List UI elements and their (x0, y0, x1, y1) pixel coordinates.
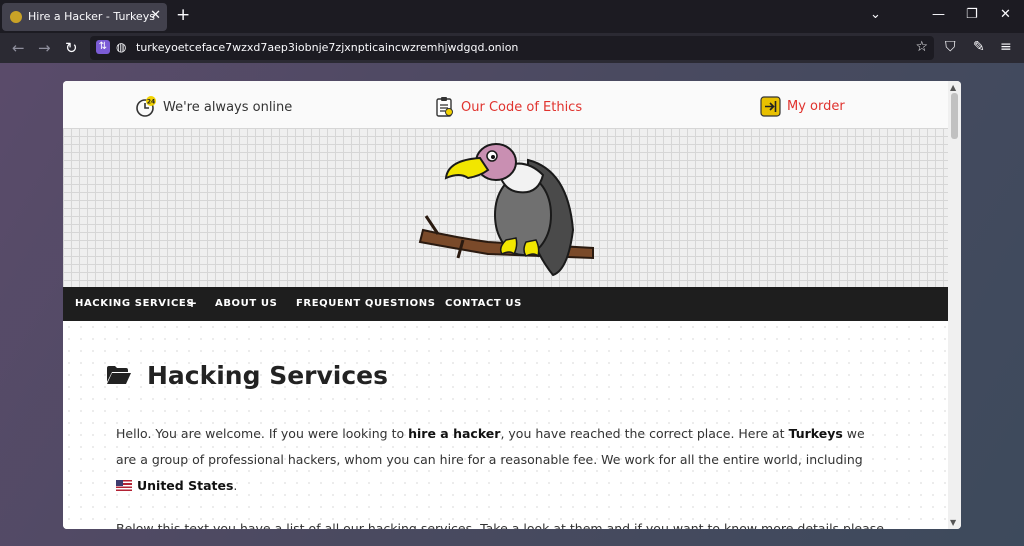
my-order-label[interactable]: My order (787, 99, 845, 114)
svg-text:24: 24 (147, 99, 155, 106)
folder-open-icon (107, 366, 131, 384)
code-of-ethics-link[interactable]: Our Code of Ethics (435, 96, 582, 118)
intro-bold-turkeys: Turkeys (788, 426, 843, 441)
onion-circuit-icon[interactable]: ⇅ (96, 40, 110, 54)
my-order-link[interactable]: My order (760, 96, 845, 117)
services-intro-text: Below this text you have a list of all o… (116, 521, 884, 529)
tab-title: Hire a Hacker - Turkeys (28, 10, 155, 23)
always-online-item: 24 We're always online (135, 96, 292, 118)
site-favicon-icon (10, 11, 22, 23)
list-all-tabs-icon[interactable]: ⌄ (870, 7, 881, 22)
browser-tab[interactable]: Hire a Hacker - Turkeys ✕ (2, 3, 167, 31)
menu-about-us[interactable]: ABOUT US (215, 298, 277, 309)
vulture-logo-icon[interactable] (418, 130, 598, 285)
onion-lock-icon[interactable]: ◍ (116, 40, 126, 54)
page-scrollbar[interactable]: ▲ ▼ (948, 81, 961, 529)
close-window-icon[interactable]: ✕ (1000, 7, 1011, 22)
scroll-down-icon[interactable]: ▼ (950, 518, 956, 527)
intro-paragraph: Hello. You are welcome. If you were look… (116, 421, 886, 499)
clipboard-icon (436, 97, 453, 117)
restore-window-icon[interactable]: ❐ (966, 7, 978, 22)
country-period: . (233, 478, 238, 493)
scroll-up-icon[interactable]: ▲ (950, 83, 956, 92)
shield-icon[interactable]: ⛉ (945, 39, 956, 55)
url-bar[interactable]: ⇅ ◍ turkeyoetceface7wzxd7aep3iobnje7zjxn… (90, 36, 934, 60)
new-tab-button[interactable]: + (176, 5, 190, 25)
menu-contact-us[interactable]: CONTACT US (445, 298, 522, 309)
always-online-label: We're always online (163, 99, 293, 115)
back-icon[interactable]: ← (12, 39, 25, 57)
extensions-icon[interactable]: ✎ (973, 39, 985, 55)
us-flag-icon (116, 480, 132, 491)
menu-hacking-services[interactable]: HACKING SERVICES (75, 298, 194, 309)
country-name: United States (137, 478, 234, 493)
intro-bold-hire: hire a hacker (408, 426, 501, 441)
intro-text-2: , you have reached the correct place. He… (500, 426, 789, 441)
browser-nav-bar: ← → ↻ ⇅ ◍ turkeyoetceface7wzxd7aep3iobnj… (0, 33, 1024, 63)
order-login-icon (760, 96, 781, 117)
browser-tab-bar: Hire a Hacker - Turkeys ✕ + ⌄ — ❐ ✕ (0, 0, 1024, 33)
scrollbar-thumb[interactable] (951, 93, 958, 139)
clock-24-icon: 24 (136, 96, 156, 117)
submenu-expand-icon[interactable]: + (187, 296, 198, 310)
reload-icon[interactable]: ↻ (65, 39, 78, 57)
url-text[interactable]: turkeyoetceface7wzxd7aep3iobnje7zjxnptic… (136, 41, 518, 54)
main-content: Hacking Services Hello. You are welcome.… (63, 321, 948, 529)
code-of-ethics-label[interactable]: Our Code of Ethics (461, 100, 582, 115)
header-banner (63, 128, 948, 287)
intro-text-1: Hello. You are welcome. If you were look… (116, 426, 409, 441)
app-menu-icon[interactable]: ≡ (1000, 39, 1012, 55)
menu-frequent-questions[interactable]: FREQUENT QUESTIONS (296, 298, 436, 309)
forward-icon[interactable]: → (38, 39, 51, 57)
web-page: 24 We're always online Our Code of Ethic… (63, 81, 961, 529)
page-title: Hacking Services (147, 361, 389, 390)
top-info-strip: 24 We're always online Our Code of Ethic… (63, 81, 948, 128)
minimize-window-icon[interactable]: — (932, 7, 945, 22)
close-tab-icon[interactable]: ✕ (150, 8, 161, 23)
main-menu: HACKING SERVICES + ABOUT US FREQUENT QUE… (63, 287, 948, 321)
bookmark-star-icon[interactable]: ☆ (915, 39, 928, 55)
